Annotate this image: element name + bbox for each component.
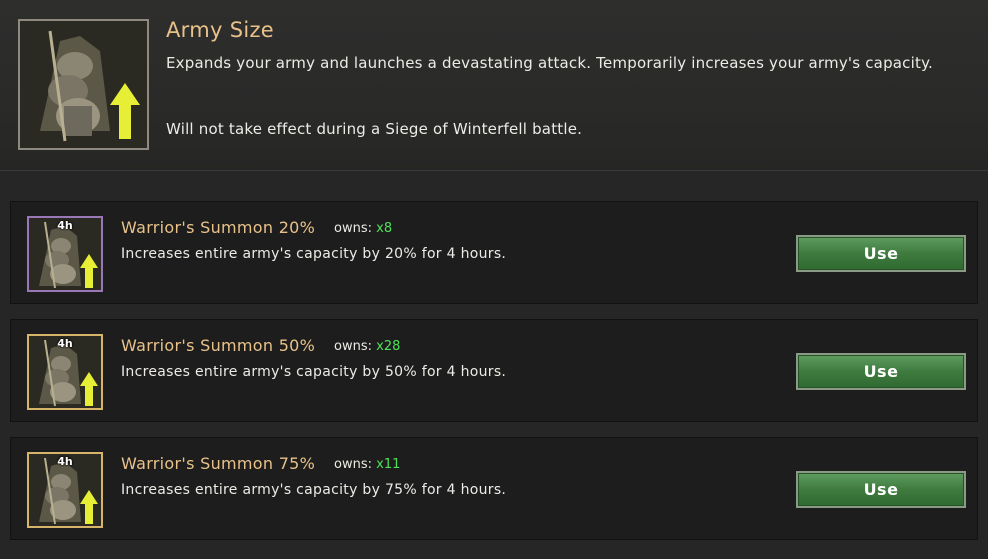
duration-label: 4h bbox=[57, 455, 73, 468]
list-item: 4h Warrior's Summon 20% owns: x8 Increas… bbox=[10, 201, 978, 304]
list-item: 4h Warrior's Summon 75% owns: x11 Increa… bbox=[10, 437, 978, 540]
item-info-header: Army Size Expands your army and launches… bbox=[0, 0, 988, 171]
warrior-summon-icon bbox=[18, 19, 149, 150]
item-effect-text: Increases entire army's capacity by 50% … bbox=[121, 364, 507, 380]
item-note: Will not take effect during a Siege of W… bbox=[166, 120, 583, 138]
count-value: x28 bbox=[376, 339, 401, 354]
warrior-summon-icon: 4h bbox=[27, 334, 103, 410]
item-name: Warrior's Summon 20% bbox=[121, 218, 316, 237]
duration-label: 4h bbox=[57, 219, 73, 232]
warrior-summon-icon: 4h bbox=[27, 452, 103, 528]
item-description: Expands your army and launches a devasta… bbox=[166, 54, 933, 72]
page-title: Army Size bbox=[166, 18, 274, 42]
use-button[interactable]: Use bbox=[796, 353, 966, 390]
duration-label: 4h bbox=[57, 337, 73, 350]
use-button[interactable]: Use bbox=[796, 235, 966, 272]
use-button[interactable]: Use bbox=[796, 471, 966, 508]
list-item: 4h Warrior's Summon 50% owns: x28 Increa… bbox=[10, 319, 978, 422]
owns-count: owns: x8 bbox=[334, 221, 392, 236]
owns-label: owns: bbox=[334, 339, 372, 354]
owns-count: owns: x11 bbox=[334, 457, 400, 472]
owns-count: owns: x28 bbox=[334, 339, 400, 354]
item-name: Warrior's Summon 75% bbox=[121, 454, 316, 473]
owns-label: owns: bbox=[334, 221, 372, 236]
warrior-summon-icon: 4h bbox=[27, 216, 103, 292]
item-effect-text: Increases entire army's capacity by 20% … bbox=[121, 246, 507, 262]
owns-label: owns: bbox=[334, 457, 372, 472]
count-value: x8 bbox=[376, 221, 393, 236]
count-value: x11 bbox=[376, 457, 401, 472]
item-name: Warrior's Summon 50% bbox=[121, 336, 316, 355]
item-effect-text: Increases entire army's capacity by 75% … bbox=[121, 482, 507, 498]
